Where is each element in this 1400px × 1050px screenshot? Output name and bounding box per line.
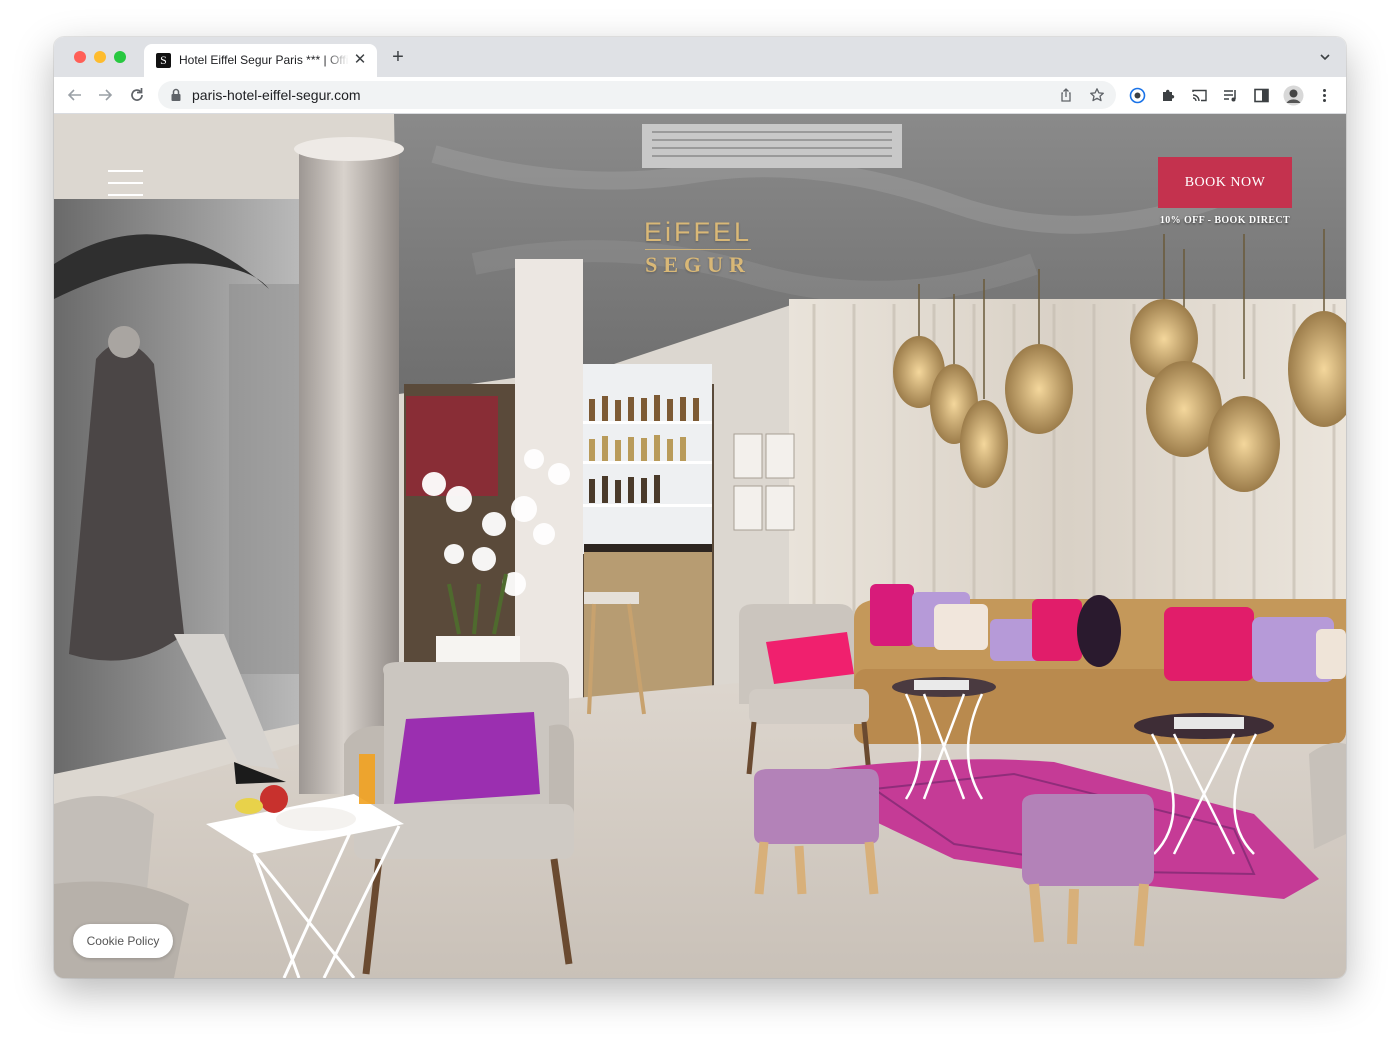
url-text[interactable]: paris-hotel-eiffel-segur.com <box>192 87 361 103</box>
tab-search-chevron-icon[interactable] <box>1318 50 1332 64</box>
new-tab-button[interactable]: + <box>389 47 407 67</box>
kebab-menu-icon[interactable] <box>1316 87 1333 104</box>
browser-toolbar: paris-hotel-eiffel-segur.com <box>54 77 1346 114</box>
avatar[interactable] <box>1283 85 1304 106</box>
menu-line <box>108 170 143 172</box>
logo-line-2: SEGUR <box>645 252 751 277</box>
share-icon[interactable] <box>1058 87 1074 103</box>
book-now-button[interactable]: BOOK NOW <box>1158 157 1292 208</box>
cast-icon[interactable] <box>1191 87 1208 104</box>
hamburger-menu-button[interactable] <box>108 170 144 198</box>
tab-title: Hotel Eiffel Segur Paris *** | Official … <box>179 53 349 67</box>
tab-strip: S Hotel Eiffel Segur Paris *** | Officia… <box>54 37 1346 77</box>
star-icon[interactable] <box>1089 87 1105 103</box>
page-viewport: EiFFEL SEGUR BOOK NOW 10% OFF - BOOK DIR… <box>54 114 1346 978</box>
browser-tab-active[interactable]: S Hotel Eiffel Segur Paris *** | Officia… <box>144 44 377 77</box>
close-tab-icon[interactable]: ✕ <box>352 52 368 68</box>
minimize-window-button[interactable] <box>94 51 106 63</box>
shield-extension-icon[interactable] <box>1129 87 1146 104</box>
side-panel-icon[interactable] <box>1253 87 1270 104</box>
site-favicon-icon: S <box>156 53 171 68</box>
lock-icon[interactable] <box>170 88 182 102</box>
menu-line <box>108 194 143 196</box>
address-bar[interactable]: paris-hotel-eiffel-segur.com <box>158 81 1116 109</box>
arrow-left-icon[interactable] <box>65 85 85 105</box>
media-control-icon[interactable] <box>1222 87 1239 104</box>
arrow-right-icon[interactable] <box>95 85 115 105</box>
logo-divider <box>645 249 751 250</box>
puzzle-icon[interactable] <box>1160 87 1177 104</box>
book-direct-discount-text: 10% OFF - BOOK DIRECT <box>1159 215 1291 226</box>
menu-line <box>108 182 143 184</box>
logo-line-1: EiFFEL <box>643 217 753 247</box>
reload-icon[interactable] <box>127 85 147 105</box>
cookie-policy-button[interactable]: Cookie Policy <box>73 924 173 958</box>
zoom-window-button[interactable] <box>114 51 126 63</box>
browser-window: S Hotel Eiffel Segur Paris *** | Officia… <box>54 37 1346 978</box>
site-logo[interactable]: EiFFEL SEGUR <box>639 217 757 277</box>
close-window-button[interactable] <box>74 51 86 63</box>
